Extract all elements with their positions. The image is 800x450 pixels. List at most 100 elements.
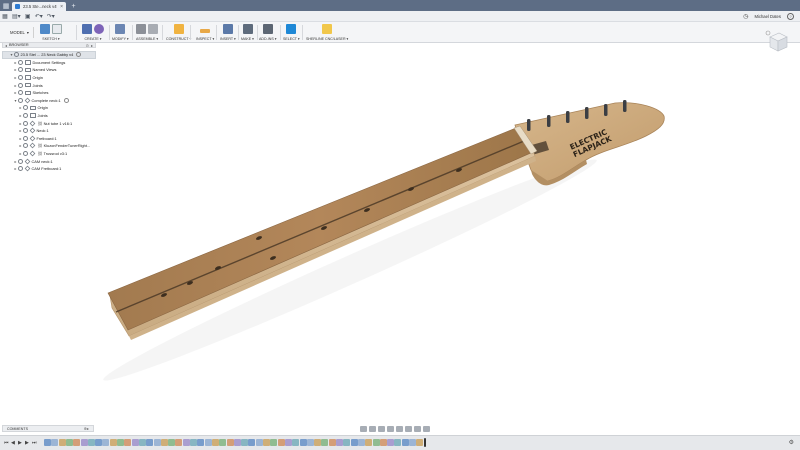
step-forward-icon[interactable]: ▶ [25,440,29,446]
timeline-feature-icon[interactable] [175,439,183,446]
timeline-feature-icon[interactable] [160,439,168,446]
user-name[interactable]: Michael Dates [754,14,781,19]
timeline-feature-icon[interactable] [102,439,110,446]
timeline-feature-icon[interactable] [182,439,190,446]
timeline-feature-icon[interactable] [299,439,307,446]
timeline-feature-icon[interactable] [219,439,227,446]
clock-icon[interactable]: ◷ [743,13,748,20]
timeline-feature-icon[interactable] [409,439,416,446]
timeline-feature-icon[interactable] [131,439,139,446]
scripts-icon[interactable] [262,24,273,34]
timeline-feature-icon[interactable] [263,439,270,446]
model-viewport[interactable]: ELECTRIC FLAPJACK [0,43,800,423]
form-icon[interactable] [94,24,104,34]
undo-icon[interactable]: ↶▾ [33,11,45,22]
timeline-feature-icon[interactable] [372,439,380,446]
sketch-menu-label[interactable]: SKETCH ▾ [42,37,59,41]
3d-print-icon[interactable] [242,24,253,34]
new-tab-button[interactable]: + [69,2,78,11]
offset-plane-icon[interactable] [173,24,184,34]
create-sketch-icon[interactable] [40,24,50,34]
select-menu-label[interactable]: SELECT ▾ [283,37,300,41]
timeline-feature-icon[interactable] [87,439,95,446]
addins-menu-label[interactable]: ADD-INS ▾ [259,37,277,41]
timeline-feature-icon[interactable] [80,439,88,446]
timeline-feature-icon[interactable] [124,439,132,446]
pan-icon[interactable] [378,426,385,432]
expand-comments-icon[interactable]: ▸ [87,426,89,431]
fit-icon[interactable] [396,426,403,432]
create-group[interactable]: CREATE ▾ [82,23,104,42]
timeline-feature-icon[interactable] [394,439,402,446]
joint-icon[interactable] [136,24,147,34]
redo-icon[interactable]: ↷▾ [45,11,57,22]
sherline-group[interactable]: SHERLINE CNC/LASER ▾ [306,23,348,42]
timeline-feature-icon[interactable] [117,439,124,446]
go-to-end-icon[interactable]: ⏭ [32,440,37,446]
timeline-settings-gear-icon[interactable]: ⚙ [789,439,794,446]
play-icon[interactable]: ▶ [18,440,22,446]
select-icon[interactable] [286,24,297,34]
orbit-icon[interactable] [360,426,367,432]
grid-menu-icon[interactable]: ▦ [0,11,10,22]
timeline-feature-icon[interactable] [95,439,103,446]
inspect-menu-label[interactable]: INSPECT ▾ [196,37,214,41]
timeline-feature-icon[interactable] [343,439,351,446]
file-menu-icon[interactable]: ▤▾ [10,11,23,22]
help-icon[interactable]: ? [787,12,794,20]
app-grid-icon[interactable]: ▦ [0,0,12,11]
timeline-feature-icon[interactable] [65,439,73,446]
insert-menu-label[interactable]: INSERT ▾ [220,37,236,41]
timeline-feature-icon[interactable] [153,439,161,446]
assemble-menu-label[interactable]: ASSEMBLE ▾ [136,37,158,41]
grid-settings-icon[interactable] [414,426,421,432]
timeline-marker[interactable] [423,438,426,447]
display-settings-icon[interactable] [405,426,412,432]
extrude-icon[interactable] [82,24,92,34]
step-back-icon[interactable]: ◀ [11,440,15,446]
timeline-feature-icon[interactable] [211,439,219,446]
timeline-feature-icon[interactable] [350,439,358,446]
headstock[interactable]: ELECTRIC FLAPJACK [514,100,665,186]
timeline-feature-icon[interactable] [138,439,146,446]
timeline-feature-icon[interactable] [44,439,51,446]
make-menu-label[interactable]: MAKE ▾ [241,37,254,41]
timeline-feature-icon[interactable] [190,439,197,446]
press-pull-icon[interactable] [115,24,126,34]
create-menu-label[interactable]: CREATE ▾ [84,37,101,41]
timeline-feature-icon[interactable] [248,439,256,446]
as-built-joint-icon[interactable] [148,24,159,34]
assemble-group[interactable]: ASSEMBLE ▾ [136,23,158,42]
timeline-feature-icon[interactable] [146,439,154,446]
timeline-feature-icon[interactable] [51,439,59,446]
construct-menu-label[interactable]: CONSTRUCT ▾ [166,37,191,41]
timeline-feature-icon[interactable] [168,439,176,446]
insert-image-icon[interactable] [222,24,233,34]
modify-menu-label[interactable]: MODIFY ▾ [112,37,129,41]
modify-group[interactable]: MODIFY ▾ [112,23,129,42]
timeline-feature-icon[interactable] [416,439,424,446]
sketch-group[interactable]: SKETCH ▾ [40,23,62,42]
zoom-icon[interactable] [387,426,394,432]
workspace-switcher[interactable]: MODEL ▾ [6,27,34,38]
timeline-feature-icon[interactable] [321,439,329,446]
insert-group[interactable]: INSERT ▾ [220,23,236,42]
timeline-feature-icon[interactable] [292,439,300,446]
close-tab-icon[interactable]: × [60,4,63,10]
timeline-feature-icon[interactable] [277,439,285,446]
timeline-feature-icon[interactable] [379,439,387,446]
timeline-feature-icon[interactable] [109,439,117,446]
inspect-group[interactable]: INSPECT ▾ [196,23,214,42]
timeline-feature-icon[interactable] [336,439,343,446]
make-group[interactable]: MAKE ▾ [241,23,254,42]
timeline-feature-icon[interactable] [365,439,373,446]
look-at-icon[interactable] [369,426,376,432]
measure-icon[interactable] [200,28,211,33]
viewports-icon[interactable] [423,426,430,432]
go-to-start-icon[interactable]: ⏮ [4,440,9,446]
timeline-feature-icon[interactable] [328,439,336,446]
timeline-feature-icon[interactable] [197,439,205,446]
addins-group[interactable]: ADD-INS ▾ [259,23,277,42]
sherline-cnc-icon[interactable] [322,24,333,34]
finish-sketch-icon[interactable] [52,24,62,34]
